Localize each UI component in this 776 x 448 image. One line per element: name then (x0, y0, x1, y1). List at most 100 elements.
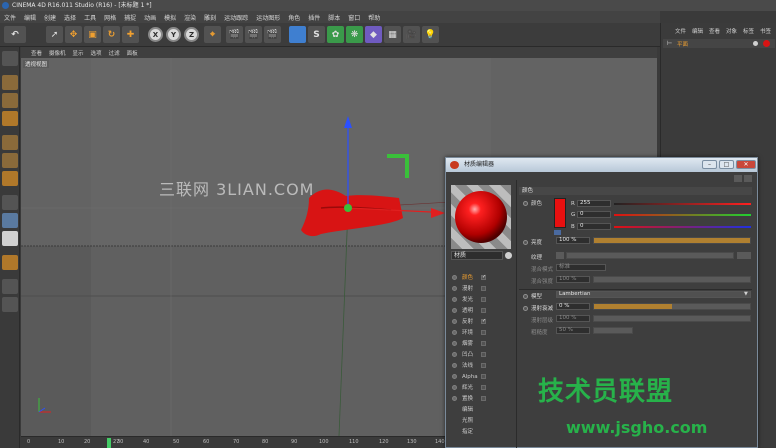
channel-color-checkbox[interactable]: ✓ (481, 275, 486, 280)
menu-tools[interactable]: 工具 (84, 13, 96, 22)
om-menu-view[interactable]: 查看 (709, 27, 720, 37)
material-preview[interactable] (451, 185, 511, 249)
enable-axis-icon[interactable] (2, 195, 18, 210)
channel-luminance-checkbox[interactable] (481, 297, 486, 302)
menu-plugins[interactable]: 插件 (308, 13, 320, 22)
channel-glow-checkbox[interactable] (481, 385, 486, 390)
menu-mograph[interactable]: 运动图形 (256, 13, 280, 22)
make-editable-icon[interactable] (2, 51, 18, 66)
channel-reflectance[interactable]: 反射 ✓ (449, 317, 512, 327)
channel-displacement-checkbox[interactable] (481, 396, 486, 401)
chevron-down-icon[interactable]: ▼ (744, 291, 748, 297)
channel-diffusion[interactable]: 漫射 (449, 284, 512, 294)
texture-dropdown-icon[interactable] (556, 252, 564, 259)
roughness-field[interactable]: 50 % (556, 327, 590, 334)
menu-snap[interactable]: 捕捉 (124, 13, 136, 22)
object-pivot-icon[interactable] (344, 204, 352, 212)
color-animate-dot[interactable] (523, 201, 528, 206)
menu-animate[interactable]: 动画 (144, 13, 156, 22)
scale-icon[interactable]: ▣ (84, 26, 101, 43)
edges-mode-icon[interactable] (2, 153, 18, 168)
cube-icon[interactable] (289, 26, 306, 43)
menu-edit[interactable]: 编辑 (24, 13, 36, 22)
channel-normal[interactable]: 法线 (449, 361, 512, 371)
roughness-slider[interactable] (593, 327, 633, 334)
object-list-item[interactable]: ⊢ 平面 (663, 39, 775, 48)
menu-select[interactable]: 选择 (64, 13, 76, 22)
g-value-field[interactable]: 0 (577, 211, 611, 218)
minimize-button[interactable]: – (702, 160, 717, 169)
viewport-menu-panel[interactable]: 面板 (127, 49, 138, 57)
channel-editor[interactable]: 编辑 (449, 405, 512, 415)
menu-window[interactable]: 窗口 (348, 13, 360, 22)
om-menu-tags[interactable]: 标签 (743, 27, 754, 37)
channel-displacement[interactable]: 置换 (449, 394, 512, 404)
menu-create[interactable]: 创建 (44, 13, 56, 22)
snapping-icon[interactable] (2, 231, 18, 246)
diffuse-level-slider[interactable] (593, 315, 751, 322)
channel-reflectance-checkbox[interactable]: ✓ (481, 319, 486, 324)
viewport-menu-filter[interactable]: 过滤 (109, 49, 120, 57)
floor-icon[interactable]: ▦ (384, 26, 401, 43)
texture-mode-icon[interactable] (2, 93, 18, 108)
diffuse-level-field[interactable]: 100 % (556, 315, 590, 322)
menu-render[interactable]: 渲染 (184, 13, 196, 22)
channel-alpha-checkbox[interactable] (481, 374, 486, 379)
axis-y-icon[interactable]: Y (166, 27, 181, 42)
model-mode-icon[interactable] (2, 75, 18, 90)
g-slider[interactable] (614, 214, 751, 216)
color-swatch[interactable] (554, 198, 566, 228)
menu-character[interactable]: 角色 (288, 13, 300, 22)
viewport-menu-options[interactable]: 选项 (91, 49, 102, 57)
om-menu-object[interactable]: 对象 (726, 27, 737, 37)
blend-strength-slider[interactable] (593, 276, 751, 283)
material-tag-icon[interactable] (763, 40, 770, 47)
om-menu-edit[interactable]: 编辑 (692, 27, 703, 37)
select-arrow-icon[interactable]: ➚ (46, 26, 63, 43)
axis-x-icon[interactable]: X (148, 27, 163, 42)
channel-diffusion-checkbox[interactable] (481, 286, 486, 291)
workplane-mode-icon[interactable] (2, 111, 18, 126)
brightness-animate-dot[interactable] (523, 240, 528, 245)
menu-file[interactable]: 文件 (4, 13, 16, 22)
points-mode-icon[interactable] (2, 135, 18, 150)
texture-field[interactable] (566, 252, 734, 259)
channel-alpha[interactable]: Alpha (449, 372, 512, 382)
channel-normal-checkbox[interactable] (481, 363, 486, 368)
channel-transparency-checkbox[interactable] (481, 308, 486, 313)
menu-icon[interactable] (744, 175, 752, 182)
color-picker-toggle-icon[interactable] (554, 230, 561, 235)
render-settings-icon[interactable]: 🎬 (264, 26, 281, 43)
material-options-icon[interactable] (505, 252, 512, 259)
brightness-slider[interactable] (593, 237, 751, 244)
diffuse-falloff-field[interactable]: 0 % (556, 303, 590, 310)
visibility-dot-icon[interactable] (753, 41, 758, 46)
channel-fog[interactable]: 烟雾 (449, 339, 512, 349)
r-value-field[interactable]: 255 (577, 200, 611, 207)
menu-script[interactable]: 脚本 (328, 13, 340, 22)
live-selection-icon[interactable]: ✚ (122, 26, 139, 43)
menu-sculpt[interactable]: 雕刻 (204, 13, 216, 22)
workplane-lock-icon[interactable] (2, 279, 18, 294)
polygons-mode-icon[interactable] (2, 171, 18, 186)
timeline-playhead[interactable] (107, 438, 111, 448)
viewport-menu-display[interactable]: 显示 (73, 49, 84, 57)
menu-help[interactable]: 帮助 (368, 13, 380, 22)
r-slider[interactable] (614, 203, 751, 205)
channel-bump[interactable]: 凹凸 (449, 350, 512, 360)
material-name-field[interactable]: 材质 (451, 251, 503, 260)
undo-icon[interactable]: ↶ (4, 26, 26, 43)
render-picture-viewer-icon[interactable]: 🎬 (245, 26, 262, 43)
channel-glow[interactable]: 辉光 (449, 383, 512, 393)
b-slider[interactable] (614, 226, 751, 228)
channel-illumination[interactable]: 光照 (449, 416, 512, 426)
model-select[interactable]: Lambertian (556, 291, 751, 298)
channel-transparency[interactable]: 透明 (449, 306, 512, 316)
light-icon[interactable]: 💡 (422, 26, 439, 43)
viewport-menu-view[interactable]: 查看 (31, 49, 42, 57)
channel-environment[interactable]: 环境 (449, 328, 512, 338)
coordinate-system-icon[interactable]: ⌖ (204, 26, 221, 43)
blend-strength-field[interactable]: 100 % (556, 276, 590, 283)
menu-simulate[interactable]: 模拟 (164, 13, 176, 22)
menu-motion-tracking[interactable]: 运动跟踪 (224, 13, 248, 22)
